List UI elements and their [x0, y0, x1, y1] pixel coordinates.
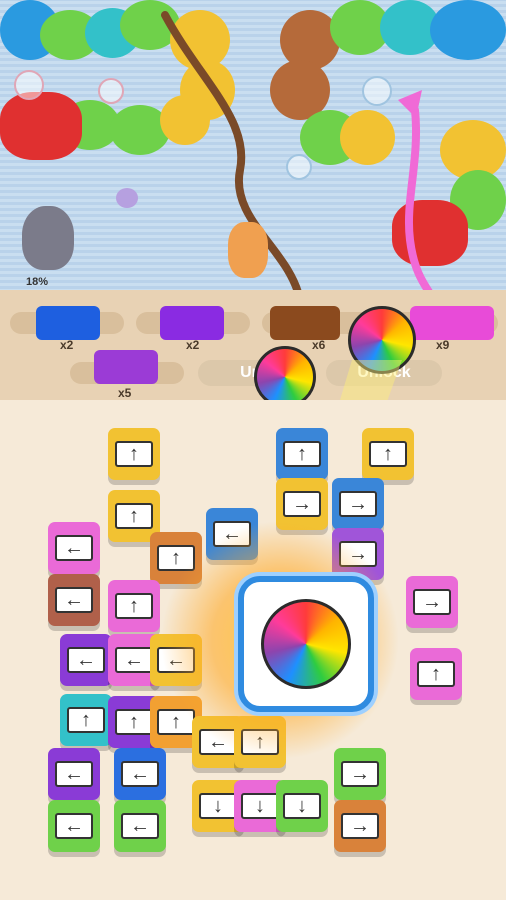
arrow-icon: ←	[55, 761, 93, 787]
arrow-icon: ↑	[417, 661, 455, 687]
yarn-tile[interactable]: ←	[114, 800, 166, 852]
yarn-tile[interactable]: ↑	[362, 428, 414, 480]
yarn-tile[interactable]: →	[406, 576, 458, 628]
yarn-tile[interactable]: ←	[48, 800, 100, 852]
arrow-icon: ↑	[115, 441, 153, 467]
arrow-icon: →	[341, 761, 379, 787]
yarn-tile[interactable]: ←	[48, 522, 100, 574]
arrow-icon: →	[341, 813, 379, 839]
arrow-icon: ←	[121, 813, 159, 839]
arrow-icon: ←	[55, 587, 93, 613]
yarn-tile[interactable]: →	[334, 748, 386, 800]
yarn-tile[interactable]: →	[334, 800, 386, 852]
yarn-tile[interactable]: ←	[48, 748, 100, 800]
arrow-icon: →	[413, 589, 451, 615]
arrow-icon: ←	[121, 761, 159, 787]
yarn-ball-icon	[261, 599, 351, 689]
yarn-tile[interactable]: ↓	[276, 780, 328, 832]
yarn-tile[interactable]: ←	[48, 574, 100, 626]
arrow-icon: →	[339, 491, 377, 517]
arrow-icon: ←	[55, 813, 93, 839]
arrow-icon: ←	[67, 647, 105, 673]
arrow-icon: ↓	[199, 793, 237, 819]
yarn-tile[interactable]: ←	[114, 748, 166, 800]
arrow-icon: ↑	[115, 503, 153, 529]
powerup-card[interactable]	[238, 576, 374, 712]
arrow-icon: ↑	[115, 709, 153, 735]
arrow-icon: ↓	[241, 793, 279, 819]
yarn-tile[interactable]: ↑	[108, 428, 160, 480]
arrow-icon: ←	[55, 535, 93, 561]
yarn-tile[interactable]: ↑	[108, 580, 160, 632]
yarn-tile[interactable]: ↑	[60, 694, 112, 746]
arrow-icon: ←	[115, 647, 153, 673]
arrow-icon: ↑	[283, 441, 321, 467]
yarn-tile[interactable]: →	[332, 478, 384, 530]
arrow-icon: ↑	[67, 707, 105, 733]
arrow-icon: →	[283, 491, 321, 517]
yarn-tile[interactable]: ←	[60, 634, 112, 686]
arrow-icon: ↓	[283, 793, 321, 819]
yarn-tile[interactable]: ↑	[276, 428, 328, 480]
arrow-icon: ↑	[115, 593, 153, 619]
yarn-tile[interactable]: ↑	[410, 648, 462, 700]
arrow-icon: ↑	[369, 441, 407, 467]
